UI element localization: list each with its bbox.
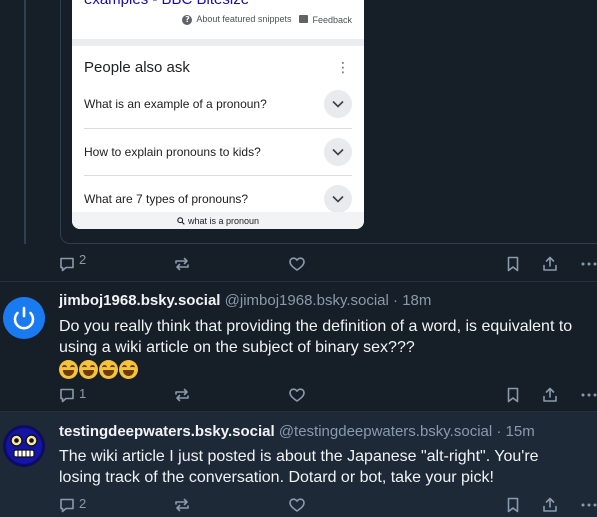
like-button[interactable] [288,255,306,273]
post-text-line: losing track of the conversation. Dotard… [59,469,494,486]
paa-question-text: What is an example of a pronoun? [84,96,267,111]
reply-button[interactable]: 2 [58,251,87,273]
more-icon [581,503,597,507]
reply-icon [60,257,74,272]
display-name[interactable]: testingdeepwaters.bsky.social [59,423,275,440]
reply-button[interactable]: 2 [58,496,86,514]
repost-icon [175,498,189,512]
bookmark-button[interactable] [504,496,522,514]
embedded-screenshot[interactable]: examples - BBC Bitesize ?About featured … [72,0,364,229]
more-button[interactable] [580,255,597,273]
laughing-tears-emoji [119,360,138,379]
reply-button[interactable]: 1 [58,386,86,404]
share-icon [543,256,557,271]
display-name[interactable]: jimboj1968.bsky.social [59,292,220,309]
chevron-down-icon [324,185,352,213]
laughing-tears-emoji [79,360,98,379]
like-button[interactable] [288,386,306,404]
share-icon [543,387,557,402]
bookmark-icon [507,256,519,272]
post-testingdeepwaters[interactable]: testingdeepwaters.bsky.social @testingde… [0,412,597,517]
post-jimboj[interactable]: jimboj1968.bsky.social @jimboj1968.bsky.… [0,282,597,411]
repost-icon [175,388,189,402]
post-text: The wiki article I just posted is about … [59,446,597,488]
post-actions: 2 [58,251,597,277]
vertical-dots-icon: ⋮ [336,60,350,76]
paa-question: How to explain pronouns to kids? [84,128,352,175]
robot-face-avatar-icon[interactable] [3,425,45,467]
search-query-bar: what is a pronoun [72,212,364,229]
like-icon [289,388,305,402]
share-button[interactable] [541,386,559,404]
share-icon [543,497,557,512]
timestamp[interactable]: 18m [402,292,431,309]
laughing-tears-emoji [59,360,78,379]
emoji-row [59,360,138,379]
more-button[interactable] [580,386,597,404]
bookmark-button[interactable] [504,255,522,273]
feedback-flag-icon [299,14,309,23]
repost-button[interactable] [173,255,191,273]
reply-icon [60,388,74,403]
post-text: Do you really think that providing the d… [59,316,597,358]
paa-question-text: What are 7 types of pronouns? [84,192,249,206]
paa-question-text: How to explain pronouns to kids? [84,145,261,159]
post-actions: 1 [58,386,597,408]
people-also-ask-title: People also ask [84,59,190,76]
section-separator [72,39,364,46]
thread-line [24,0,26,244]
bookmark-icon [507,497,519,513]
laughing-tears-emoji [99,360,118,379]
chevron-down-icon [324,138,352,166]
repost-button[interactable] [173,386,191,404]
like-icon [289,498,305,512]
repost-button[interactable] [173,496,191,514]
snippet-title: examples - BBC Bitesize [84,0,249,8]
paa-question: What is an example of a pronoun? [84,80,352,127]
snippet-links: ? About featured snippets Feedback [182,14,352,25]
reply-count: 2 [79,495,87,511]
reply-count: 2 [79,251,87,267]
bookmark-button[interactable] [504,386,522,404]
power-ring-avatar-icon[interactable] [3,297,45,339]
post-header: jimboj1968.bsky.social @jimboj1968.bsky.… [59,292,431,309]
more-icon [581,393,597,397]
post-text-line: using a wiki article on the subject of b… [59,339,415,356]
share-button[interactable] [541,496,559,514]
search-query-text: what is a pronoun [187,215,260,226]
about-snippets-link: ? About featured snippets [182,14,291,25]
reply-icon [60,498,74,513]
post-text-line: Do you really think that providing the d… [59,318,573,335]
feedback-link: Feedback [299,14,352,25]
like-button[interactable] [288,496,306,514]
bookmark-icon [507,387,519,403]
chevron-down-icon [324,89,352,118]
meta-separator: · [496,423,502,440]
post-actions: 2 [58,496,597,517]
search-icon [177,216,185,225]
more-button[interactable] [580,496,597,514]
post-header: testingdeepwaters.bsky.social @testingde… [59,423,535,440]
reply-count: 1 [79,385,87,401]
question-circle-icon: ? [182,15,193,25]
more-icon [581,262,597,266]
post-text-line: The wiki article I just posted is about … [59,448,539,465]
repost-icon [175,257,189,271]
timestamp[interactable]: 15m [506,423,535,440]
meta-separator: · [393,292,399,309]
like-icon [289,257,305,271]
share-button[interactable] [541,255,559,273]
handle[interactable]: @jimboj1968.bsky.social [225,292,389,309]
handle[interactable]: @testingdeepwaters.bsky.social [279,423,492,440]
